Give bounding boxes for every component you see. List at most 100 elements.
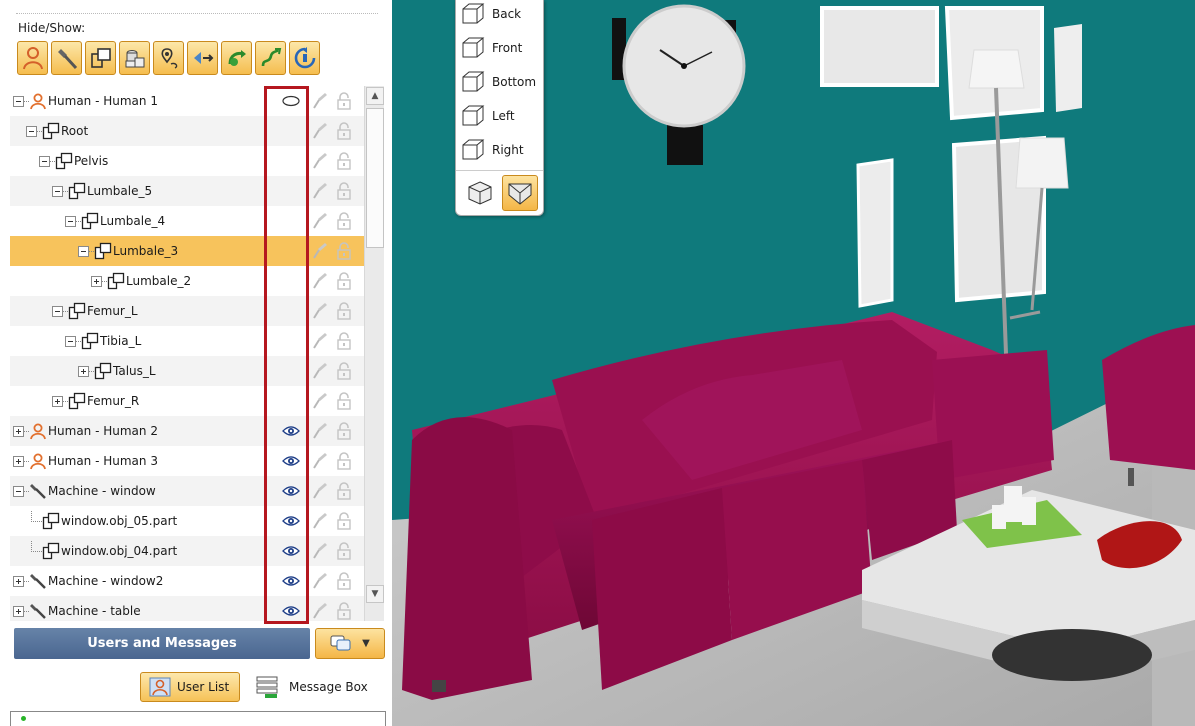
lock-icon[interactable] [337, 242, 351, 260]
collapse-icon[interactable] [13, 485, 24, 497]
visibility-eye-icon[interactable] [282, 453, 300, 469]
user-list-button[interactable]: User List [140, 672, 240, 702]
orthographic-view-button[interactable] [462, 175, 498, 211]
visibility-toggle[interactable] [282, 183, 300, 199]
collapse-icon[interactable] [78, 245, 89, 257]
visibility-toggle[interactable] [282, 243, 300, 259]
pin-icon[interactable] [312, 542, 328, 560]
scroll-up-icon[interactable]: ▲ [366, 87, 384, 105]
motion-filter-button[interactable] [221, 41, 252, 75]
expand-icon[interactable] [13, 425, 24, 437]
lock-icon[interactable] [337, 122, 351, 140]
part-filter-button[interactable] [85, 41, 116, 75]
tree-scrollbar[interactable]: ▲ ▼ [364, 86, 384, 621]
tree-row[interactable]: Human - Human 1 [10, 86, 364, 116]
tree-row[interactable]: Lumbale_4 [10, 206, 364, 236]
lock-icon[interactable] [337, 602, 351, 620]
collapse-icon[interactable] [52, 305, 63, 317]
pin-icon[interactable] [312, 272, 328, 290]
pin-icon[interactable] [312, 362, 328, 380]
group-filter-button[interactable] [119, 41, 150, 75]
tree-row[interactable]: Femur_R [10, 386, 364, 416]
expand-icon[interactable] [13, 605, 24, 617]
view-right[interactable]: Right [460, 133, 542, 167]
rotate-filter-button[interactable] [289, 41, 320, 75]
visibility-eye-icon[interactable] [282, 573, 300, 589]
location-filter-button[interactable] [153, 41, 184, 75]
collapse-icon[interactable] [52, 185, 63, 197]
tree-row[interactable]: Pelvis [10, 146, 364, 176]
lock-icon[interactable] [337, 452, 351, 470]
expand-icon[interactable] [13, 575, 24, 587]
lock-icon[interactable] [337, 362, 351, 380]
pin-icon[interactable] [312, 92, 328, 110]
visibility-eye-icon[interactable] [282, 513, 300, 529]
message-box-button[interactable]: Message Box [253, 672, 383, 702]
pin-icon[interactable] [312, 302, 328, 320]
collapse-icon[interactable] [65, 215, 76, 227]
lock-icon[interactable] [337, 542, 351, 560]
tree-row[interactable]: Machine - window2 [10, 566, 364, 596]
tree-row[interactable]: window.obj_04.part [10, 536, 364, 566]
pin-icon[interactable] [312, 572, 328, 590]
lock-icon[interactable] [337, 392, 351, 410]
lock-icon[interactable] [337, 182, 351, 200]
pin-icon[interactable] [312, 242, 328, 260]
visibility-toggle[interactable] [282, 153, 300, 169]
lock-icon[interactable] [337, 302, 351, 320]
tree-row[interactable]: Root [10, 116, 364, 146]
message-input[interactable] [10, 711, 386, 726]
perspective-view-button[interactable] [502, 175, 538, 211]
machine-filter-button[interactable] [51, 41, 82, 75]
arrow-filter-button[interactable] [187, 41, 218, 75]
visibility-toggle[interactable] [282, 303, 300, 319]
tree-row[interactable]: Machine - table [10, 596, 364, 621]
visibility-eye-icon[interactable] [282, 483, 300, 499]
tree-row[interactable]: Lumbale_3 [10, 236, 364, 266]
tree-row[interactable]: Machine - window [10, 476, 364, 506]
message-dropdown-button[interactable]: ▼ [315, 628, 385, 659]
lock-icon[interactable] [337, 272, 351, 290]
expand-icon[interactable] [13, 455, 24, 467]
visibility-eye-icon[interactable] [282, 543, 300, 559]
visibility-eye-icon[interactable] [282, 423, 300, 439]
visibility-toggle[interactable] [282, 333, 300, 349]
visibility-toggle[interactable] [282, 393, 300, 409]
pin-icon[interactable] [312, 152, 328, 170]
visibility-hidden-icon[interactable] [282, 93, 300, 109]
collapse-icon[interactable] [39, 155, 50, 167]
expand-icon[interactable] [78, 365, 89, 377]
lock-icon[interactable] [337, 572, 351, 590]
lock-icon[interactable] [337, 212, 351, 230]
visibility-toggle[interactable] [282, 273, 300, 289]
pin-icon[interactable] [312, 332, 328, 350]
expand-icon[interactable] [91, 275, 102, 287]
scroll-down-icon[interactable]: ▼ [366, 585, 384, 603]
tree-row[interactable]: Femur_L [10, 296, 364, 326]
collapse-icon[interactable] [26, 125, 37, 137]
lock-icon[interactable] [337, 422, 351, 440]
pin-icon[interactable] [312, 212, 328, 230]
collapse-icon[interactable] [13, 95, 24, 107]
view-front[interactable]: Front [460, 31, 542, 65]
collapse-icon[interactable] [65, 335, 76, 347]
lock-icon[interactable] [337, 482, 351, 500]
view-left[interactable]: Left [460, 99, 542, 133]
pin-icon[interactable] [312, 482, 328, 500]
pin-icon[interactable] [312, 122, 328, 140]
view-bottom[interactable]: Bottom [460, 65, 542, 99]
visibility-toggle[interactable] [282, 123, 300, 139]
tree-row[interactable]: Talus_L [10, 356, 364, 386]
human-filter-button[interactable] [17, 41, 48, 75]
visibility-toggle[interactable] [282, 213, 300, 229]
users-messages-header[interactable]: Users and Messages [14, 628, 310, 659]
lock-icon[interactable] [337, 512, 351, 530]
pin-icon[interactable] [312, 422, 328, 440]
tree-row[interactable]: Tibia_L [10, 326, 364, 356]
view-back[interactable]: Back [460, 0, 542, 31]
visibility-eye-icon[interactable] [282, 603, 300, 619]
tree-row[interactable]: window.obj_05.part [10, 506, 364, 536]
pin-icon[interactable] [312, 602, 328, 620]
pin-icon[interactable] [312, 452, 328, 470]
tree-row[interactable]: Lumbale_2 [10, 266, 364, 296]
